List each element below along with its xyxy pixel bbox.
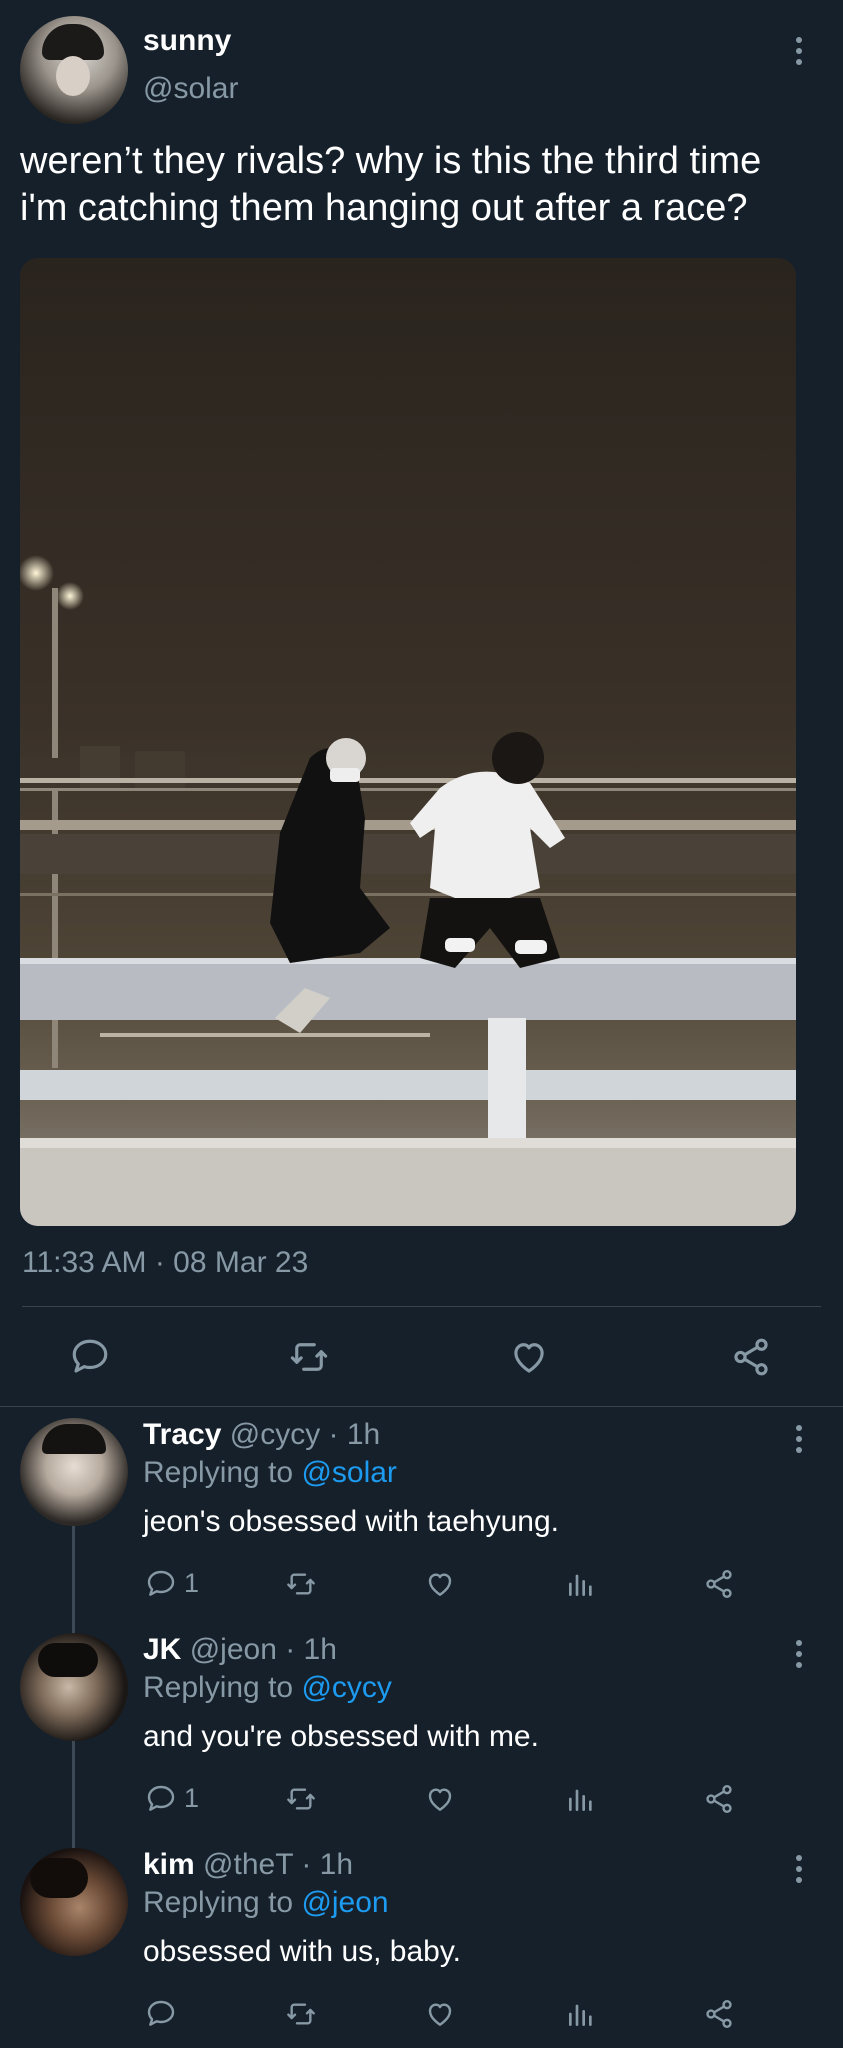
replying-to-line: Replying to @jeon (143, 1886, 389, 1920)
author-display-name[interactable]: sunny (143, 24, 231, 58)
more-options-icon[interactable] (794, 37, 804, 65)
replying-to-link[interactable]: @solar (301, 1456, 396, 1489)
reply-meta: @theT · 1h (203, 1848, 354, 1881)
tweet-photo[interactable] (20, 258, 796, 1226)
replying-to-link[interactable]: @cycy (301, 1671, 391, 1704)
reply-header: Tracy @cycy · 1h (143, 1418, 380, 1452)
reply-meta: @jeon · 1h (189, 1633, 337, 1666)
replying-to-link[interactable]: @jeon (301, 1886, 388, 1919)
night-road-scene (20, 555, 796, 1226)
replying-to-line: Replying to @cycy (143, 1671, 392, 1705)
replying-to-label: Replying to (143, 1456, 294, 1489)
retweet-icon[interactable] (284, 1568, 318, 1600)
retweet-icon[interactable] (287, 1336, 331, 1378)
reply-text: obsessed with us, baby. (143, 1935, 461, 1968)
views-icon[interactable] (565, 1568, 597, 1600)
reply-header: JK @jeon · 1h (143, 1633, 337, 1667)
reply-display-name[interactable]: JK (143, 1633, 181, 1666)
reply-meta: @cycy · 1h (229, 1418, 381, 1451)
thread-connector (72, 1522, 75, 1634)
thread-connector (72, 1737, 75, 1849)
replying-to-label: Replying to (143, 1671, 294, 1704)
more-options-icon[interactable] (794, 1640, 804, 1668)
views-icon[interactable] (565, 1998, 597, 2030)
reply-icon[interactable] (69, 1336, 111, 1378)
share-icon[interactable] (703, 1998, 735, 2030)
tweet-text-line-1: weren’t they rivals? why is this the thi… (20, 140, 762, 182)
reply-icon[interactable] (145, 1998, 177, 2030)
tweet-text: weren’t they rivals? why is this the thi… (20, 138, 835, 232)
reply-text: jeon's obsessed with taehyung. (143, 1505, 560, 1538)
reply-count: 1 (184, 1783, 200, 1813)
heart-icon[interactable] (424, 1568, 456, 1600)
thread-divider (0, 1406, 843, 1407)
replying-to-label: Replying to (143, 1886, 294, 1919)
share-icon[interactable] (703, 1783, 735, 1815)
share-icon[interactable] (703, 1568, 735, 1600)
reply-icon[interactable] (145, 1783, 177, 1815)
reply-header: kim @theT · 1h (143, 1848, 353, 1882)
reply-avatar[interactable] (20, 1418, 128, 1526)
author-handle[interactable]: @solar (143, 72, 238, 106)
replying-to-line: Replying to @solar (143, 1456, 397, 1490)
reply-avatar[interactable] (20, 1633, 128, 1741)
views-icon[interactable] (565, 1783, 597, 1815)
heart-icon[interactable] (424, 1998, 456, 2030)
heart-icon[interactable] (424, 1783, 456, 1815)
heart-icon[interactable] (508, 1336, 550, 1378)
share-icon[interactable] (730, 1336, 772, 1378)
retweet-icon[interactable] (284, 1783, 318, 1815)
tweet-text-line-2: i'm catching them hanging out after a ra… (20, 187, 748, 229)
more-options-icon[interactable] (794, 1425, 804, 1453)
reply-text: and you're obsessed with me. (143, 1720, 539, 1753)
reply-display-name[interactable]: Tracy (143, 1418, 221, 1451)
tweet-timestamp[interactable]: 11:33 AM · 08 Mar 23 (22, 1246, 308, 1280)
author-avatar[interactable] (20, 16, 128, 124)
reply-display-name[interactable]: kim (143, 1848, 195, 1881)
divider (22, 1306, 821, 1307)
more-options-icon[interactable] (794, 1855, 804, 1883)
reply-icon[interactable] (145, 1568, 177, 1600)
reply-avatar[interactable] (20, 1848, 128, 1956)
reply-count: 1 (184, 1568, 200, 1598)
retweet-icon[interactable] (284, 1998, 318, 2030)
